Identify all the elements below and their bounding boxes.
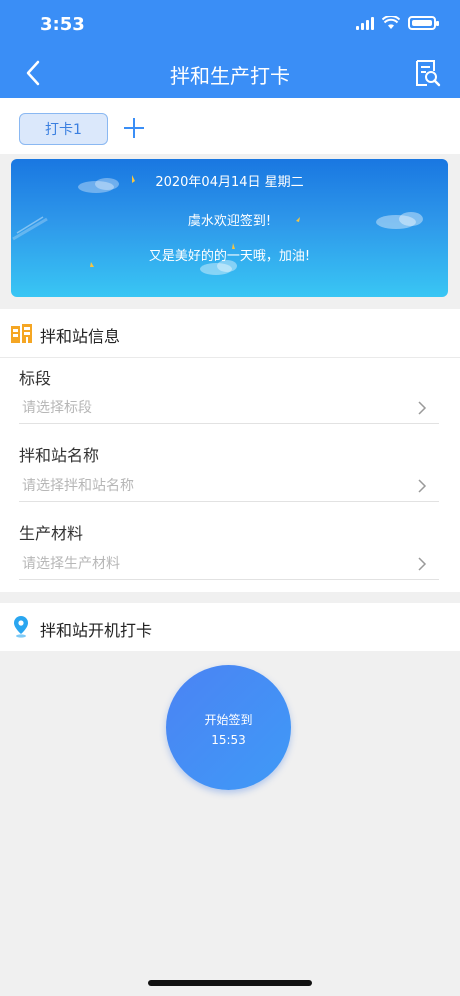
status-time: 3:53 [40, 14, 85, 35]
status-icons [356, 16, 439, 30]
location-pin-icon [14, 616, 28, 638]
page-title: 拌和生产打卡 [170, 64, 290, 88]
section-field-label: 标段 [19, 369, 52, 388]
station-name-placeholder: 请选择拌和站名称 [22, 478, 134, 494]
clock-in-section: 拌和站开机打卡 [0, 603, 460, 651]
station-name-select[interactable]: 请选择拌和站名称 [19, 470, 439, 502]
tabs-row: 打卡1 [0, 98, 460, 154]
records-search-icon[interactable] [412, 58, 442, 88]
battery-icon [408, 16, 439, 30]
sign-in-time: 15:53 [211, 733, 246, 747]
wifi-icon [382, 16, 400, 29]
material-field-label: 生产材料 [19, 524, 84, 543]
chevron-right-icon [418, 557, 427, 571]
signal-icon [356, 16, 374, 30]
station-info-title: 拌和站信息 [40, 327, 121, 346]
banner-welcome: 虞水欢迎签到! [187, 214, 272, 229]
app-header: 3:53 拌和生产打卡 [0, 0, 460, 98]
start-sign-in-button[interactable]: 开始签到 15:53 [166, 665, 291, 790]
material-placeholder: 请选择生产材料 [22, 556, 120, 572]
chevron-right-icon [418, 479, 427, 493]
home-indicator [148, 980, 312, 986]
section-placeholder: 请选择标段 [22, 400, 92, 416]
banner-motto: 又是美好的的一天哦，加油! [148, 249, 311, 264]
welcome-banner: 2020年04月14日 星期二 虞水欢迎签到! 又是美好的的一天哦，加油! [11, 159, 448, 297]
tab-clock-in-1[interactable]: 打卡1 [19, 113, 108, 145]
section-select[interactable]: 请选择标段 [19, 392, 439, 424]
station-name-field-label: 拌和站名称 [19, 446, 100, 465]
sign-in-label: 开始签到 [204, 713, 253, 727]
add-tab-icon[interactable] [122, 116, 146, 140]
station-info-icon [11, 324, 32, 343]
chevron-right-icon [418, 401, 427, 415]
station-info-section: 拌和站信息 标段 请选择标段 拌和站名称 请选择拌和站名称 生产材料 请选择生产… [0, 309, 460, 592]
material-select[interactable]: 请选择生产材料 [19, 548, 439, 580]
banner-date: 2020年04月14日 星期二 [155, 175, 304, 190]
divider [0, 357, 460, 358]
clock-in-title: 拌和站开机打卡 [40, 621, 153, 640]
